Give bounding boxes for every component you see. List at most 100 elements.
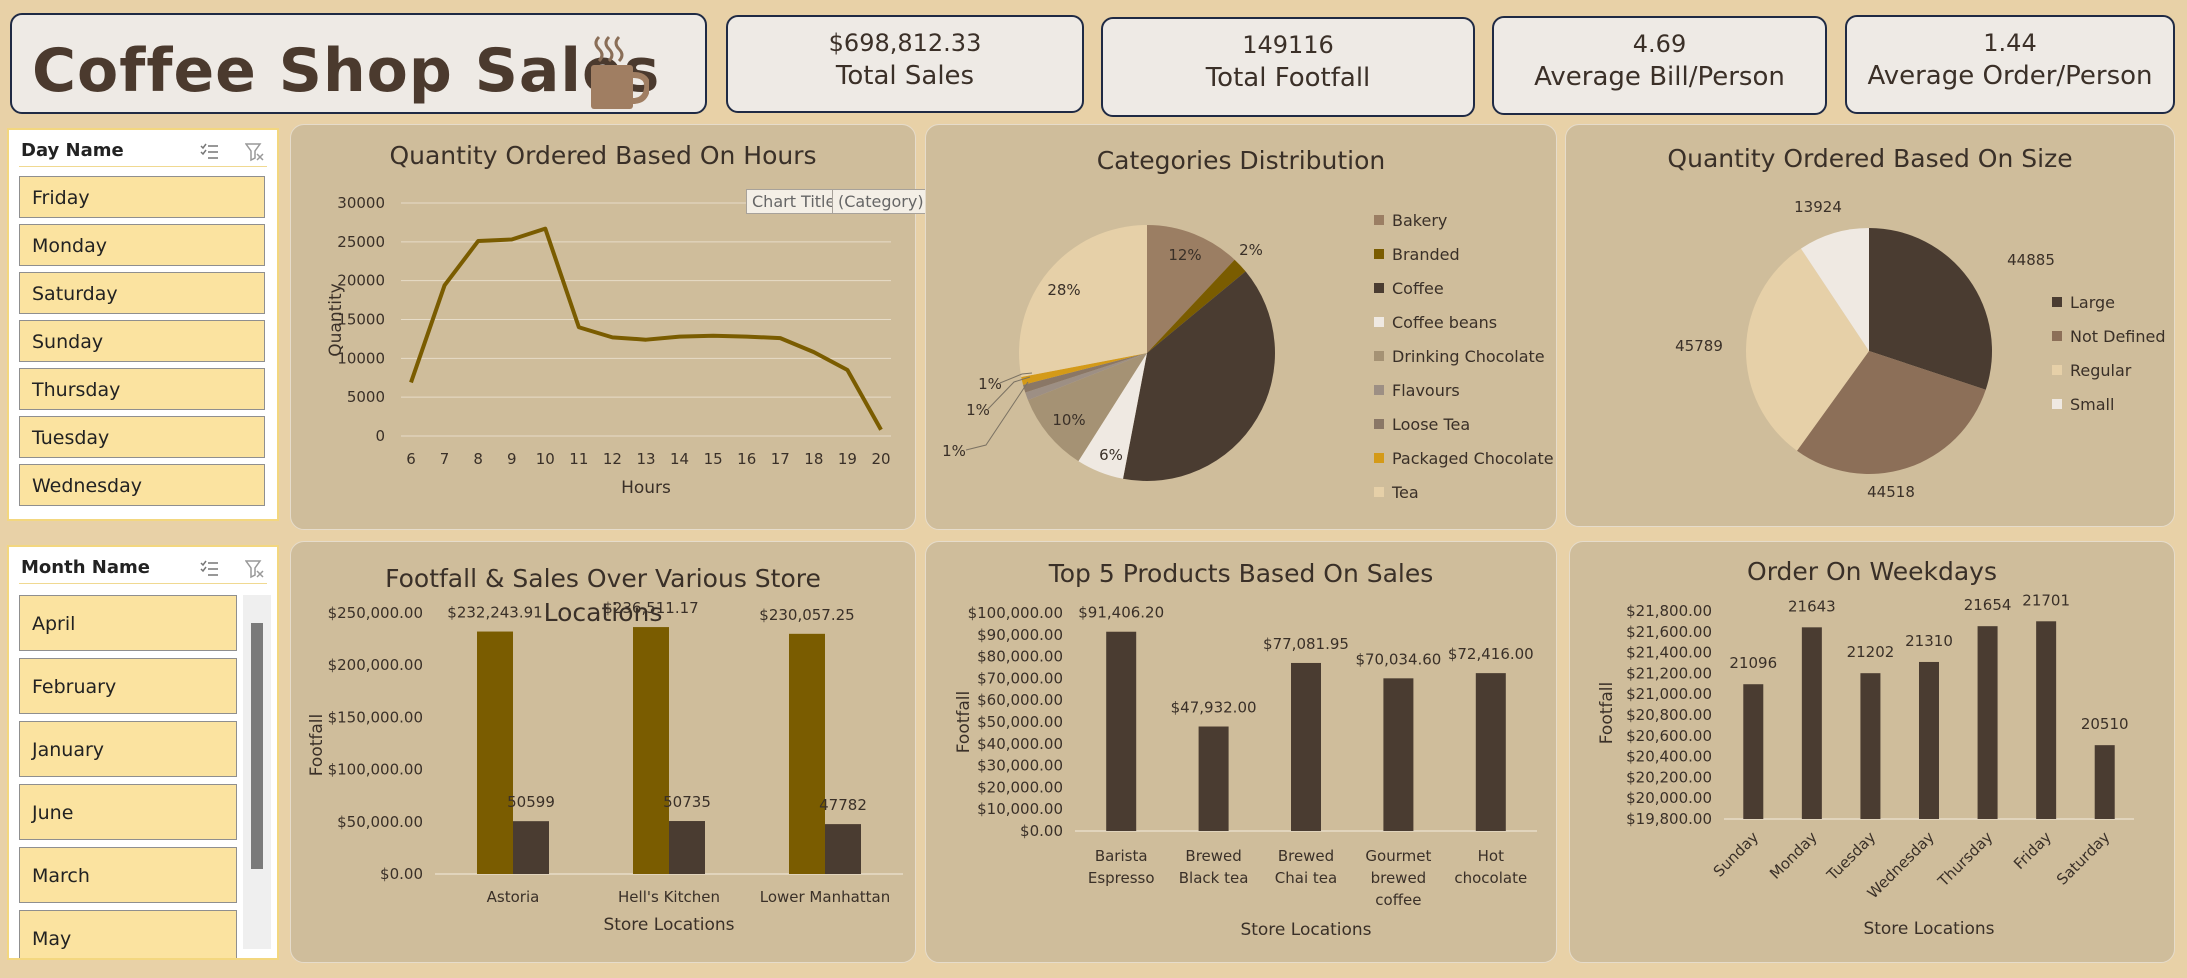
data-label: 28% — [1047, 281, 1080, 299]
slicer-item-february[interactable]: February — [19, 658, 237, 714]
bar — [1198, 726, 1229, 831]
legend-item[interactable]: Coffee beans — [1374, 305, 1554, 339]
multi-select-icon[interactable] — [199, 142, 219, 162]
slicer-item-monday[interactable]: Monday — [19, 224, 265, 266]
x-tick-label: 6 — [406, 450, 416, 468]
legend-label: Packaged Chocolate — [1392, 448, 1554, 468]
y-tick-label: $20,000.00 — [1626, 789, 1712, 807]
products-bar-chart[interactable]: $100,000.00 $90,000.00 $80,000.00 $70,000.0… — [926, 542, 1557, 963]
legend-item[interactable]: Large — [2052, 285, 2166, 319]
kpi-value: $698,812.33 — [828, 29, 982, 57]
slicer-item-thursday[interactable]: Thursday — [19, 368, 265, 410]
legend-label: Regular — [2070, 360, 2132, 380]
data-label: 45789 — [1675, 337, 1723, 355]
legend-item[interactable]: Coffee — [1374, 271, 1554, 305]
clear-filter-icon[interactable] — [245, 559, 265, 579]
slicer-item-april[interactable]: April — [19, 595, 237, 651]
legend-item[interactable]: Regular — [2052, 353, 2166, 387]
categories-chart-panel: Categories Distribution 12% 2% 6% 10% 1% 1% 1%… — [925, 124, 1557, 530]
y-axis-title: Footfall — [307, 714, 327, 777]
kpi-total-footfall: 149116 Total Footfall — [1101, 17, 1475, 117]
data-label: 21701 — [2022, 591, 2070, 609]
multi-select-icon[interactable] — [199, 559, 219, 579]
weekdays-bar-chart[interactable]: $21,800.00 $21,600.00 $21,400.00 $21,200.00… — [1570, 542, 2175, 963]
legend-item[interactable]: Not Defined — [2052, 319, 2166, 353]
y-tick-label: $20,600.00 — [1626, 727, 1712, 745]
legend-swatch — [2052, 331, 2062, 341]
pie-slice — [1019, 225, 1147, 377]
legend-label: Flavours — [1392, 380, 1460, 400]
y-axis-title: Quantity — [326, 283, 346, 356]
bar — [513, 821, 549, 874]
slicer-item-march[interactable]: March — [19, 847, 237, 903]
legend-item[interactable]: Flavours — [1374, 373, 1554, 407]
data-label: $77,081.95 — [1263, 635, 1349, 653]
legend-label: Coffee — [1392, 278, 1444, 298]
x-tick-label: Hot — [1478, 847, 1504, 865]
y-tick-label: $0.00 — [380, 865, 423, 883]
y-tick-label: $100,000.00 — [328, 761, 423, 779]
bar — [1919, 661, 1939, 819]
x-tick-label: chocolate — [1454, 869, 1527, 887]
legend-item[interactable]: Packaged Chocolate — [1374, 441, 1554, 475]
size-chart-panel: Quantity Ordered Based On Size 44885 4451… — [1565, 124, 2175, 527]
slicer-item-june[interactable]: June — [19, 784, 237, 840]
y-tick-label: $70,000.00 — [977, 669, 1063, 687]
data-label: 12% — [1168, 246, 1201, 264]
legend-item[interactable]: Drinking Chocolate — [1374, 339, 1554, 373]
data-label: 47782 — [819, 796, 867, 814]
legend-label: Loose Tea — [1392, 414, 1471, 434]
slicer-item-sunday[interactable]: Sunday — [19, 320, 265, 362]
x-axis-title: Store Locations — [603, 915, 734, 935]
legend-swatch — [1374, 351, 1384, 361]
coffee-cup-icon — [591, 35, 649, 109]
legend-swatch — [1374, 317, 1384, 327]
x-tick-label: coffee — [1375, 891, 1421, 909]
title-banner: Coffee Shop Sales — [10, 13, 707, 114]
slicer-item-tuesday[interactable]: Tuesday — [19, 416, 265, 458]
bar — [2036, 621, 2057, 819]
x-tick-label: Gourmet — [1365, 847, 1431, 865]
kpi-label: Total Sales — [835, 61, 975, 91]
data-label: 13924 — [1794, 198, 1842, 216]
data-label: 10% — [1052, 411, 1085, 429]
data-label: $91,406.20 — [1078, 604, 1164, 622]
slicer-item-friday[interactable]: Friday — [19, 176, 265, 218]
legend-item[interactable]: Tea — [1374, 475, 1554, 509]
scrollbar-thumb[interactable] — [251, 623, 263, 869]
y-tick-label: 5000 — [347, 388, 385, 406]
data-label: 21202 — [1847, 643, 1895, 661]
slicer-scrollbar[interactable] — [243, 595, 271, 949]
x-tick-label: Sunday — [1710, 828, 1763, 881]
slicer-item-may[interactable]: May — [19, 910, 237, 958]
slicer-item-january[interactable]: January — [19, 721, 237, 777]
hours-line-chart[interactable]: 3000025000200001500010000500006 7 8 9 10 11 12… — [291, 125, 916, 530]
y-tick-label: $60,000.00 — [977, 691, 1063, 709]
legend-item[interactable]: Small — [2052, 387, 2166, 421]
y-tick-label: $10,000.00 — [977, 800, 1063, 818]
x-tick-label: 9 — [507, 450, 517, 468]
data-label: 1% — [978, 375, 1002, 393]
x-tick-label: Brewed — [1185, 847, 1241, 865]
legend-item[interactable]: Bakery — [1374, 203, 1554, 237]
legend-swatch — [1374, 385, 1384, 395]
legend-label: Drinking Chocolate — [1392, 346, 1545, 366]
slicer-item-wednesday[interactable]: Wednesday — [19, 464, 265, 506]
x-axis-title: Hours — [621, 478, 671, 498]
products-chart-panel: Top 5 Products Based On Sales $100,000.0… — [925, 541, 1557, 963]
y-tick-label: $20,800.00 — [1626, 706, 1712, 724]
bar — [477, 631, 513, 874]
weekdays-chart-panel: Order On Weekdays $21,800.00 $21,600.00 $2… — [1569, 541, 2175, 963]
x-tick-label: 20 — [871, 450, 890, 468]
kpi-label: Average Order/Person — [1867, 61, 2153, 91]
x-axis-title: Store Locations — [1863, 919, 1994, 939]
bar — [825, 824, 861, 874]
data-label: $70,034.60 — [1355, 650, 1441, 668]
x-tick-label: Tuesday — [1823, 828, 1880, 885]
slicer-item-saturday[interactable]: Saturday — [19, 272, 265, 314]
legend-swatch — [2052, 399, 2062, 409]
legend-item[interactable]: Branded — [1374, 237, 1554, 271]
x-tick-label: 10 — [536, 450, 555, 468]
clear-filter-icon[interactable] — [245, 142, 265, 162]
legend-item[interactable]: Loose Tea — [1374, 407, 1554, 441]
